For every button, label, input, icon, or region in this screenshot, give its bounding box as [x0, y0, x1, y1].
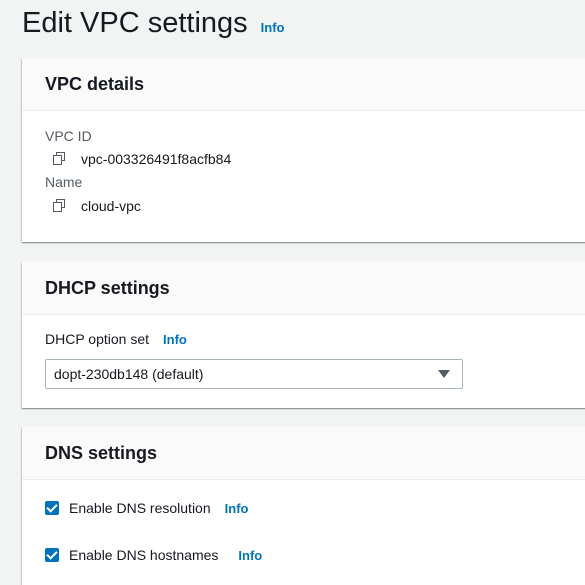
- dhcp-settings-body: DHCP option set Info dopt-230db148 (defa…: [22, 315, 585, 407]
- dns-settings-body: Enable DNS resolution Info Enable DNS ho…: [22, 480, 585, 585]
- dns-hostnames-label[interactable]: Enable DNS hostnames: [69, 547, 218, 563]
- vpc-details-body: VPC ID vpc-003326491f8acfb84 Name cloud-…: [22, 111, 585, 219]
- dns-settings-panel: DNS settings Enable DNS resolution Info …: [22, 427, 585, 585]
- dhcp-option-set-label: DHCP option set: [45, 331, 150, 347]
- page: Edit VPC settings Info VPC details VPC I…: [0, 0, 585, 585]
- name-row: cloud-vpc: [45, 193, 585, 219]
- dhcp-option-set-select[interactable]: dopt-230db148 (default): [45, 359, 463, 389]
- dns-settings-header: DNS settings: [22, 427, 585, 480]
- dns-resolution-checkbox[interactable]: [45, 501, 59, 515]
- name-value: cloud-vpc: [81, 198, 141, 214]
- dhcp-settings-title: DHCP settings: [45, 277, 170, 298]
- caret-down-icon: [438, 370, 450, 378]
- vpc-details-header: VPC details: [22, 58, 585, 111]
- vpc-details-panel: VPC details VPC ID vpc-003326491f8acfb84…: [22, 58, 585, 242]
- page-title: Edit VPC settings: [22, 7, 248, 39]
- page-header: Edit VPC settings Info: [22, 4, 284, 42]
- vpc-id-row: vpc-003326491f8acfb84: [45, 146, 585, 172]
- copy-icon[interactable]: [53, 152, 67, 166]
- dns-resolution-label[interactable]: Enable DNS resolution: [69, 500, 211, 516]
- vpc-id-value: vpc-003326491f8acfb84: [81, 151, 232, 167]
- dhcp-settings-header: DHCP settings: [22, 262, 585, 315]
- dns-hostnames-checkbox[interactable]: [45, 548, 59, 562]
- page-info-link[interactable]: Info: [261, 20, 285, 35]
- dns-resolution-info-link[interactable]: Info: [225, 501, 249, 516]
- dns-hostnames-row: Enable DNS hostnames Info: [45, 547, 262, 563]
- dns-hostnames-info-link[interactable]: Info: [238, 548, 262, 563]
- dhcp-selected-option: dopt-230db148 (default): [54, 366, 204, 382]
- dns-resolution-row: Enable DNS resolution Info: [45, 500, 248, 516]
- dns-settings-title: DNS settings: [45, 442, 158, 463]
- vpc-details-title: VPC details: [45, 73, 145, 94]
- copy-icon[interactable]: [53, 199, 67, 213]
- dhcp-settings-panel: DHCP settings DHCP option set Info dopt-…: [22, 262, 585, 408]
- dhcp-info-link[interactable]: Info: [163, 332, 187, 347]
- vpc-id-label: VPC ID: [45, 128, 92, 144]
- dhcp-option-set-label-row: DHCP option set Info: [45, 331, 187, 347]
- name-label: Name: [45, 174, 83, 190]
